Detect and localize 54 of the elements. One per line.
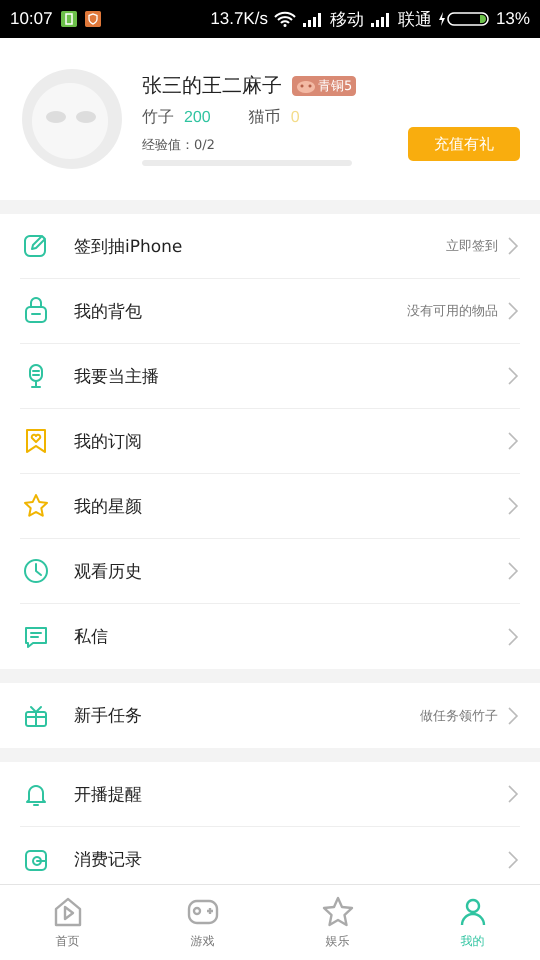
level-badge: 青铜5 (292, 76, 356, 96)
tab[interactable]: 游戏 (135, 885, 270, 960)
menu-label: 签到抽iPhone (74, 236, 184, 258)
chevron-right-icon (508, 237, 518, 255)
tab[interactable]: 娱乐 (270, 885, 405, 960)
stat-label: 竹子 (142, 107, 174, 128)
clock: 10:07 (10, 9, 53, 29)
clock-icon (22, 557, 50, 585)
chevron-right-icon (508, 562, 518, 580)
menu-label: 消费记录 (74, 849, 143, 871)
tab[interactable]: 首页 (0, 885, 135, 960)
sim-icon (60, 11, 77, 27)
menu-label: 我要当主播 (74, 366, 160, 388)
menu-label: 我的星颜 (74, 496, 143, 518)
menu-item[interactable]: 我要当主播 (20, 344, 520, 409)
menu-label: 观看历史 (74, 560, 143, 582)
menu-label: 新手任务 (74, 705, 143, 727)
chevron-right-icon (508, 432, 518, 450)
menu-item[interactable]: 我的订阅 (20, 409, 520, 474)
carrier-name: 移动 (330, 8, 364, 30)
network-speed: 13.7K/s (210, 9, 268, 29)
menu-item[interactable]: 签到抽iPhone 立即签到 (20, 214, 520, 279)
signal-icon (370, 11, 392, 27)
menu-item[interactable]: 私信 (20, 604, 520, 669)
user-name: 张三的王二麻子 (142, 72, 282, 99)
menu-label: 我的订阅 (74, 430, 143, 452)
stat-value: 0 (290, 108, 300, 126)
battery-icon (438, 11, 490, 27)
menu-detail: 做任务领竹子 (420, 708, 498, 724)
chevron-right-icon (508, 628, 518, 646)
wifi-icon (274, 11, 296, 27)
chevron-right-icon (508, 367, 518, 385)
battery-percent: 13% (496, 9, 530, 29)
menu-detail: 立即签到 (446, 238, 498, 255)
chevron-right-icon (508, 302, 518, 320)
stat-label: 猫币 (248, 107, 281, 128)
menu-label: 开播提醒 (74, 784, 143, 806)
chevron-right-icon (508, 706, 518, 724)
chevron-right-icon (508, 850, 518, 868)
menu-detail: 没有可用的物品 (407, 303, 498, 320)
chevron-right-icon (508, 785, 518, 803)
experience-label: 经验值：0/2 (142, 137, 216, 154)
menu-item[interactable]: 观看历史 (20, 539, 520, 604)
menu-item[interactable]: 我的背包 没有可用的物品 (20, 279, 520, 344)
chevron-right-icon (508, 497, 518, 515)
menu-label: 私信 (74, 626, 109, 648)
menu-label: 我的背包 (74, 300, 143, 322)
menu-item[interactable]: 我的星颜 (20, 474, 520, 539)
stat-value: 200 (184, 108, 211, 126)
menu-item[interactable]: 开播提醒 (20, 762, 520, 827)
carrier-name: 联通 (398, 8, 432, 30)
signal-icon (302, 11, 324, 27)
menu-item[interactable]: 消费记录 (20, 827, 520, 884)
shield-icon (84, 11, 101, 27)
